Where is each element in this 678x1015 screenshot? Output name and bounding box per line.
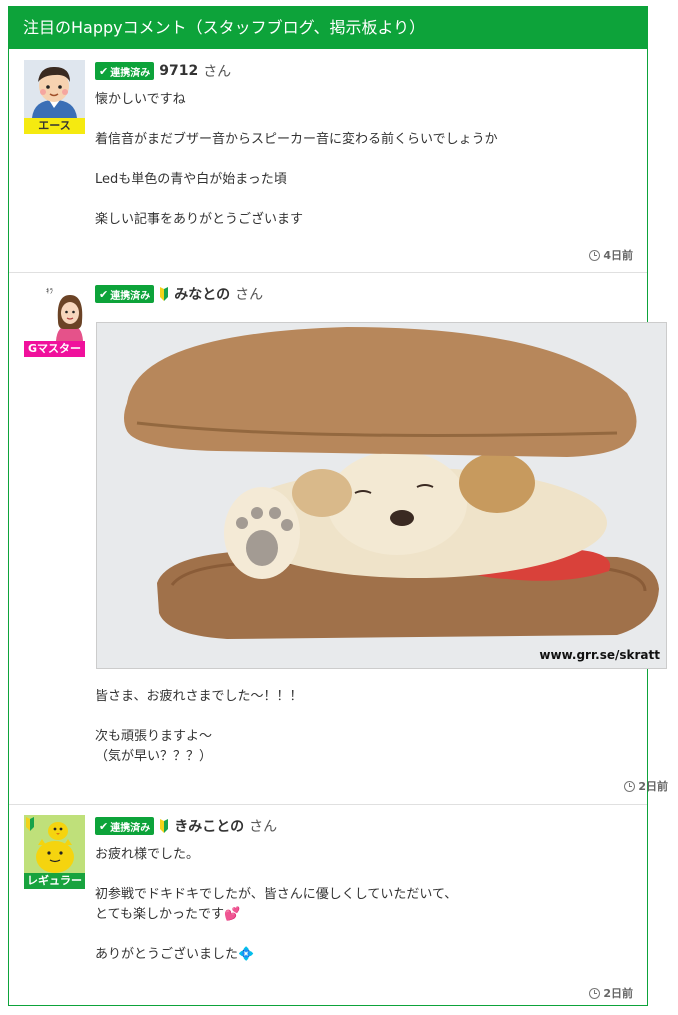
linked-badge: ✔ 連携済み (95, 285, 155, 303)
beginner-mark-icon (26, 817, 34, 831)
attached-photo[interactable]: www.grr.se/skratt (96, 322, 667, 669)
comment-body: 皆さま、お疲れさまでした～！！！ 次も頑張りますよ～ （気が早い？？？） (95, 689, 303, 764)
check-icon: ✔ (99, 287, 109, 301)
comment-item: エース ✔ 連携済み 9712 さん 懐かしいですね 着信音がまだブザー音からスピ… (9, 50, 647, 273)
username-link[interactable]: きみことの (174, 816, 244, 836)
comment-item: ｷﾗ Gマスター ✔ 連携済み みなとの さん www.grr.se/skrat… (9, 273, 668, 805)
svg-text:ｷﾗ: ｷﾗ (46, 287, 53, 295)
avatar-boy-icon (24, 60, 85, 118)
beginner-mark-icon (160, 819, 169, 833)
image-watermark: www.grr.se/skratt (539, 648, 660, 662)
timestamp: 2日前 (589, 985, 633, 1001)
linked-badge: ✔ 連携済み (95, 62, 155, 80)
avatar-girl-icon: ｷﾗ (24, 283, 85, 341)
comment-item: レギュラー ✔ 連携済み きみことの さん お疲れ様でした。 初参戦でドキドキでし… (9, 805, 647, 1006)
happy-comments-panel: 注目のHappyコメント（スタッフブログ、掲示板より） エース ✔ 連携済み 9… (8, 6, 668, 1006)
honorific: さん (249, 819, 278, 835)
honorific: さん (235, 287, 264, 303)
linked-badge: ✔ 連携済み (95, 817, 155, 835)
check-icon: ✔ (99, 819, 109, 833)
timestamp: 2日前 (624, 778, 668, 794)
comment-body: 懐かしいですね 着信音がまだブザー音からスピーカー音に変わる前くらいでしょうか … (95, 92, 498, 227)
rank-badge: Gマスター (24, 341, 85, 357)
user-avatar[interactable]: エース (24, 60, 85, 134)
clock-icon (589, 987, 601, 999)
username-link[interactable]: 9712 (159, 63, 198, 79)
rank-badge: レギュラー (24, 873, 85, 889)
check-icon: ✔ (99, 64, 109, 78)
rank-badge: エース (24, 118, 85, 134)
panel-title: 注目のHappyコメント（スタッフブログ、掲示板より） (9, 7, 647, 49)
comment-body: お疲れ様でした。 初参戦でドキドキでしたが、皆さんに優しくしていただいて、 とて… (95, 847, 458, 962)
clock-icon (624, 780, 636, 792)
user-avatar[interactable]: ｷﾗ Gマスター (24, 283, 85, 357)
puppy-burger-image (97, 323, 666, 668)
clock-icon (589, 249, 601, 261)
username-link[interactable]: みなとの (174, 284, 230, 304)
timestamp: 4日前 (589, 247, 633, 263)
honorific: さん (203, 64, 232, 80)
beginner-mark-icon (160, 287, 169, 301)
